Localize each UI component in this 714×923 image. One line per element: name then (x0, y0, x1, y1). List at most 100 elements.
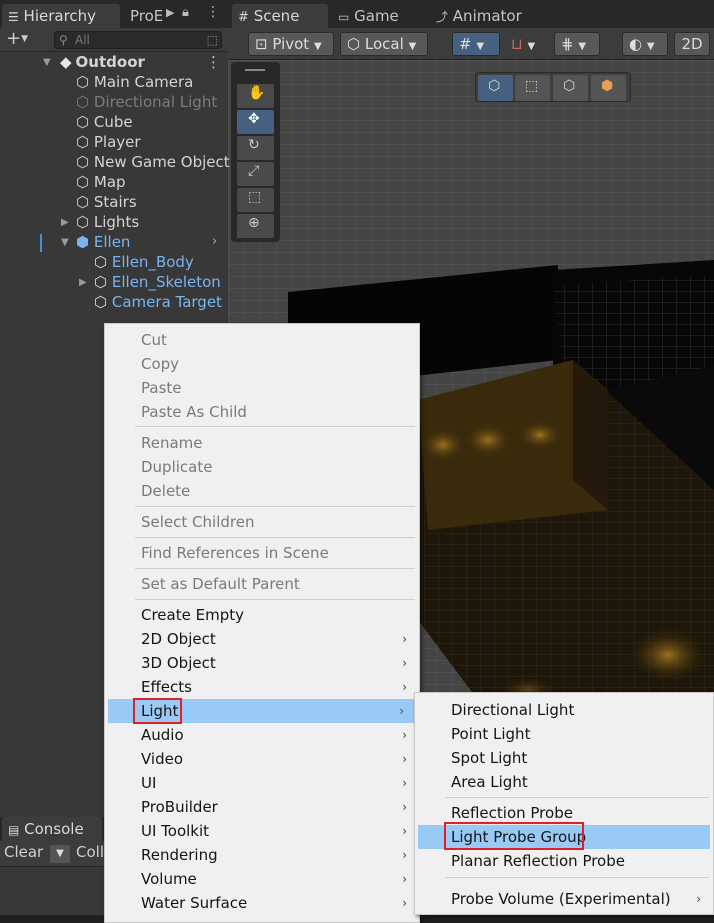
hierarchy-item-ellen[interactable]: ⬢ Ellen (76, 232, 130, 252)
hierarchy-item[interactable]: ⬡ Ellen_Body (94, 252, 194, 272)
menu-item-ui[interactable]: UI › (105, 771, 419, 795)
menu-item-duplicate[interactable]: Duplicate (105, 455, 419, 479)
collapse-button[interactable]: Coll (76, 843, 104, 861)
submenu-arrow-icon: › (402, 872, 407, 886)
gameobject-icon: ⬡ (94, 253, 108, 271)
tab-scroll-right-icon[interactable]: ▶ (166, 6, 174, 19)
shading-icon: ◐ (629, 35, 643, 53)
menu-item-rename[interactable]: Rename (105, 431, 419, 455)
menu-item-water-surface[interactable]: Water Surface › (105, 891, 419, 915)
increment-snap-button[interactable]: ⊔ ▼ (504, 32, 550, 56)
menu-item-effects[interactable]: Effects › (105, 675, 419, 699)
hierarchy-item[interactable]: ⬡ Player (76, 132, 141, 152)
submenu-item-probe-volume[interactable]: Probe Volume (Experimental) › (415, 887, 713, 911)
submenu-item-point-light[interactable]: Point Light (415, 722, 713, 746)
transform-tool[interactable]: ⊕ (237, 214, 274, 238)
scene-options-icon[interactable]: ⋮ (206, 53, 221, 71)
hand-tool[interactable]: ✋ (237, 84, 274, 108)
menu-item-audio[interactable]: Audio › (105, 723, 419, 747)
menu-item-set-default-parent[interactable]: Set as Default Parent (105, 572, 419, 596)
hierarchy-item[interactable]: ⬡ Lights (76, 212, 139, 232)
menu-item-ui-toolkit[interactable]: UI Toolkit › (105, 819, 419, 843)
menu-item-select-children[interactable]: Select Children (105, 510, 419, 534)
hierarchy-item[interactable]: ⬡ Ellen_Skeleton (94, 272, 221, 292)
hierarchy-item[interactable]: ⬡ Directional Light (76, 92, 217, 112)
clear-options-dropdown[interactable]: ▼ (50, 845, 70, 863)
grid-snap-button[interactable]: # ▼ (452, 32, 500, 56)
mode-2d-button[interactable]: 2D (674, 32, 710, 56)
menu-item-video[interactable]: Video › (105, 747, 419, 771)
clear-button[interactable]: Clear (4, 843, 43, 861)
submenu-item-directional-light[interactable]: Directional Light (415, 698, 713, 722)
edge-mode-button[interactable]: ⬡ (553, 75, 588, 101)
hierarchy-item[interactable]: ⬡ Cube (76, 112, 133, 132)
context-menu: Cut Copy Paste Paste As Child Rename Dup… (104, 323, 420, 923)
search-input[interactable]: ⚲ All ⬚ (54, 31, 222, 49)
rotate-tool[interactable]: ↻ (237, 136, 274, 160)
menu-item-paste-as-child[interactable]: Paste As Child (105, 400, 419, 424)
grid-snap-icon: # (459, 35, 472, 53)
submenu-arrow-icon: › (402, 848, 407, 862)
menu-separator (135, 537, 415, 538)
submenu-item-area-light[interactable]: Area Light (415, 770, 713, 794)
hierarchy-tab-bar: ☰ Hierarchy ProE ▶ 🔒︎ ⋮ (0, 0, 228, 28)
drag-handle[interactable] (245, 69, 265, 71)
face-mode-button[interactable]: ⬢ (591, 75, 626, 101)
chevron-down-icon: ▼ (476, 41, 485, 52)
submenu-item-planar-reflection-probe[interactable]: Planar Reflection Probe (415, 849, 713, 873)
submenu-arrow-icon: › (402, 776, 407, 790)
hierarchy-item[interactable]: ⬡ Main Camera (76, 72, 193, 92)
tab-animator[interactable]: ⤴ Animator (430, 4, 540, 28)
vertex-mode-button[interactable]: ⬚ (515, 75, 550, 101)
menu-item-2d-object[interactable]: 2D Object › (105, 627, 419, 651)
menu-item-rendering[interactable]: Rendering › (105, 843, 419, 867)
more-options-icon[interactable]: ⋮ (206, 4, 220, 20)
submenu-item-spot-light[interactable]: Spot Light (415, 746, 713, 770)
menu-item-copy[interactable]: Copy (105, 352, 419, 376)
lock-icon[interactable]: 🔒︎ (182, 5, 189, 20)
hierarchy-scene-outdoor[interactable]: ◆ Outdoor (60, 52, 145, 72)
gameobject-icon: ⬡ (76, 133, 90, 151)
hierarchy-item[interactable]: ⬡ Camera Target (94, 292, 222, 312)
menu-item-create-empty[interactable]: Create Empty (105, 603, 419, 627)
scene-toolbar: ⊡ Pivot ▼ ⬡ Local ▼ # ▼ ⊔ ▼ ⋕ ▼ ◐ ▼ 2D (228, 28, 714, 60)
collapsed-arrow-icon[interactable]: ▶ (79, 277, 87, 288)
tab-console[interactable]: ▤ Console (2, 817, 102, 841)
menu-separator (445, 797, 709, 798)
pivot-dropdown[interactable]: ⊡ Pivot ▼ (248, 32, 334, 56)
menu-item-paste[interactable]: Paste (105, 376, 419, 400)
menu-item-volume[interactable]: Volume › (105, 867, 419, 891)
hierarchy-item[interactable]: ⬡ New Game Object (76, 152, 230, 172)
expanded-arrow-icon[interactable]: ▼ (43, 57, 51, 68)
menu-item-find-references[interactable]: Find References in Scene (105, 541, 419, 565)
search-options-icon[interactable]: ⬚ (207, 32, 218, 48)
move-tool[interactable]: ✥ (237, 110, 274, 134)
cube-mode-button[interactable]: ⬡ (478, 75, 513, 101)
hierarchy-item[interactable]: ⬡ Map (76, 172, 126, 192)
grid-visibility-button[interactable]: ⋕ ▼ (554, 32, 600, 56)
menu-item-delete[interactable]: Delete (105, 479, 419, 503)
tool-palette: ✋ ✥ ↻ ⤢ ⬚ ⊕ (231, 62, 280, 242)
rect-tool[interactable]: ⬚ (237, 188, 274, 212)
draw-mode-button[interactable]: ◐ ▼ (622, 32, 668, 56)
face-icon: ⬢ (601, 78, 614, 94)
local-dropdown[interactable]: ⬡ Local ▼ (340, 32, 428, 56)
prefab-open-arrow-icon[interactable]: › (212, 234, 217, 249)
hierarchy-item[interactable]: ⬡ Stairs (76, 192, 137, 212)
tab-project[interactable]: ProE (124, 4, 168, 28)
tab-scene[interactable]: # Scene (232, 4, 328, 28)
create-button[interactable]: +▼ (6, 28, 28, 49)
collapsed-arrow-icon[interactable]: ▶ (61, 217, 69, 228)
expanded-arrow-icon[interactable]: ▼ (61, 237, 69, 248)
tab-hierarchy[interactable]: ☰ Hierarchy (2, 4, 120, 28)
menu-item-3d-object[interactable]: 3D Object › (105, 651, 419, 675)
list-icon: ☰ (8, 10, 19, 24)
menu-separator (135, 599, 415, 600)
chevron-down-icon: ▼ (408, 41, 417, 52)
menu-item-probuilder[interactable]: ProBuilder › (105, 795, 419, 819)
scale-tool[interactable]: ⤢ (237, 162, 274, 186)
gameobject-icon: ⬡ (76, 213, 90, 231)
tab-game[interactable]: ▭ Game (332, 4, 424, 28)
annotation-highlight-box (133, 698, 182, 724)
menu-item-cut[interactable]: Cut (105, 328, 419, 352)
